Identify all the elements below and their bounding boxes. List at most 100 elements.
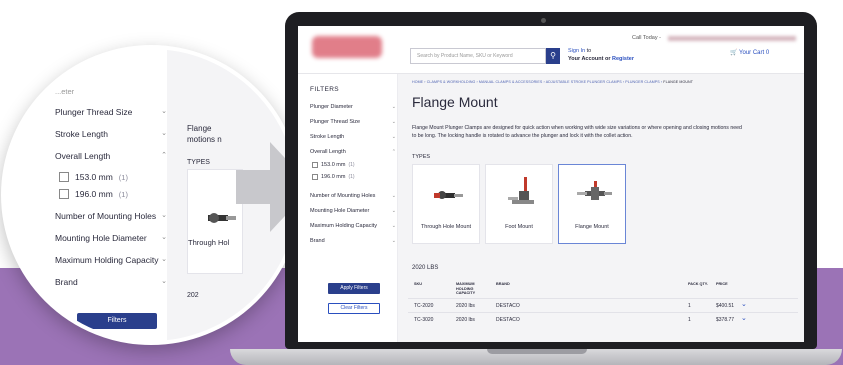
zoom-partial-heading: ...eter — [55, 87, 75, 96]
zoom-option-153[interactable]: 153.0 mm (1) — [59, 172, 169, 182]
cart-icon: 🛒 — [730, 50, 738, 56]
chevron-down-icon: ⌄ — [161, 234, 167, 241]
filter-holding-capacity[interactable]: Maximum Holding Capacity ⌄ — [310, 223, 396, 229]
chevron-down-icon: ⌄ — [391, 134, 396, 140]
zoom-types-label: TYPES — [187, 159, 210, 166]
zoom-type-card[interactable]: Through Hol — [187, 169, 243, 274]
col-sku[interactable]: SKU — [414, 282, 422, 287]
chevron-down-icon: ⌄ — [391, 193, 396, 199]
col-pack-qty[interactable]: PACK QTY. — [688, 282, 708, 287]
type-card-through-hole[interactable]: Through Hole Mount — [412, 164, 480, 244]
laptop-screen: Call Today - Search by Product Name, SKU… — [298, 26, 804, 342]
filter-plunger-diameter[interactable]: Plunger Diameter ⌄ — [310, 104, 396, 110]
zoom-description-line2: motions n — [187, 135, 222, 144]
zoom-apply-button[interactable]: Filters — [77, 313, 157, 329]
account-links: Sign In to Your Account or Register — [568, 47, 634, 63]
signin-to: to — [585, 48, 592, 54]
type-label: Foot Mount — [505, 224, 533, 230]
filter-plunger-thread-size[interactable]: Plunger Thread Size ⌄ — [310, 119, 396, 125]
apply-filters-button[interactable]: Apply Filters — [328, 283, 380, 294]
cart-link[interactable]: 🛒 Your Cart 0 — [730, 49, 769, 56]
breadcrumb-adjustable[interactable]: ADJUSTABLE STROKE PLUNGER CLAMPS — [546, 80, 622, 84]
zoom-card-label: Through Hol — [188, 238, 230, 247]
signin-link[interactable]: Sign In — [568, 48, 585, 54]
breadcrumb-plunger[interactable]: PLUNGER CLAMPS — [625, 80, 660, 84]
register-link[interactable]: Register — [612, 56, 634, 62]
site-logo[interactable] — [312, 36, 382, 58]
filter-stroke-length[interactable]: Stroke Length ⌄ — [310, 134, 396, 140]
camera-icon — [541, 18, 546, 23]
chevron-up-icon: ⌃ — [161, 152, 167, 159]
filters-title: FILTERS — [310, 86, 340, 93]
search-icon: ⚲ — [550, 51, 556, 60]
zoom-description-line1: Flange — [187, 124, 212, 133]
clear-filters-button[interactable]: Clear Filters — [328, 303, 380, 314]
row2-price: $378.77 — [716, 317, 735, 323]
chevron-down-icon: ⌄ — [391, 104, 396, 110]
flange-mount-clamp-icon — [577, 181, 612, 200]
col-price[interactable]: PRICE — [716, 282, 728, 287]
filter-mounting-hole-diameter[interactable]: Mounting Hole Diameter ⌄ — [310, 208, 396, 214]
row2-capacity: 2020 lbs — [456, 317, 475, 323]
chevron-down-icon: ⌄ — [161, 108, 167, 115]
breadcrumb: HOME › CLAMPS & WORKHOLDING › MANUAL CLA… — [412, 80, 694, 84]
table-divider — [408, 312, 798, 313]
type-card-foot-mount[interactable]: Foot Mount — [485, 164, 553, 244]
checkbox[interactable] — [59, 172, 69, 182]
foot-mount-clamp-icon — [508, 177, 534, 204]
zoom-filter-holding-capacity[interactable]: Maximum Holding Capacity ⌄ — [55, 255, 167, 265]
zoom-filter-plunger-thread[interactable]: Plunger Thread Size ⌄ — [55, 107, 167, 117]
types-label: TYPES — [412, 154, 431, 160]
row1-sku[interactable]: TC-2020 — [414, 303, 433, 309]
zoom-filter-overall-length[interactable]: Overall Length ⌃ — [55, 151, 167, 161]
section-title: 2020 LBS — [412, 265, 439, 271]
zoom-filter-stroke-length[interactable]: Stroke Length ⌄ — [55, 129, 167, 139]
zoom-year-fragment: 202 — [187, 292, 199, 299]
breadcrumb-current: FLANGE MOUNT — [663, 80, 694, 84]
filter-brand[interactable]: Brand ⌄ — [310, 238, 396, 244]
checkbox[interactable] — [59, 189, 69, 199]
chevron-down-icon: ⌄ — [161, 278, 167, 285]
type-label: Through Hole Mount — [420, 224, 472, 230]
chevron-up-icon: ⌃ — [391, 149, 396, 155]
col-capacity[interactable]: MAXIMUM HOLDING CAPACITY — [456, 282, 482, 296]
chevron-down-icon: ⌄ — [391, 208, 396, 214]
zoom-filter-mounting-holes[interactable]: Number of Mounting Holes ⌄ — [55, 211, 167, 221]
chevron-down-icon[interactable]: ⌄ — [741, 314, 747, 322]
filter-overall-length[interactable]: Overall Length ⌃ — [310, 149, 396, 155]
zoom-option-196[interactable]: 196.0 mm (1) — [59, 189, 169, 199]
breadcrumb-manual-clamps[interactable]: MANUAL CLAMPS & ACCESSORIES — [479, 80, 542, 84]
chevron-down-icon[interactable]: ⌄ — [741, 300, 747, 308]
chevron-down-icon: ⌄ — [391, 119, 396, 125]
row1-pack: 1 — [688, 303, 691, 309]
chevron-down-icon: ⌄ — [391, 223, 396, 229]
phone-email-blurred — [668, 36, 796, 41]
row2-sku[interactable]: TC-3020 — [414, 317, 433, 323]
chevron-down-icon: ⌄ — [161, 212, 167, 219]
call-today-text: Call Today - — [632, 35, 661, 41]
checkbox[interactable] — [312, 162, 318, 168]
table-divider — [408, 298, 798, 299]
page-description: Flange Mount Plunger Clamps are designed… — [412, 125, 742, 139]
type-card-flange-mount[interactable]: Flange Mount — [558, 164, 626, 244]
option-153mm[interactable]: 153.0 mm (1) — [312, 162, 355, 168]
chevron-down-icon: ⌄ — [161, 130, 167, 137]
breadcrumb-home[interactable]: HOME — [412, 80, 423, 84]
row2-pack: 1 — [688, 317, 691, 323]
chevron-down-icon: ⌄ — [391, 238, 396, 244]
col-brand[interactable]: BRAND — [496, 282, 510, 287]
through-hole-clamp-icon — [434, 191, 463, 199]
zoom-filter-brand[interactable]: Brand ⌄ — [55, 277, 167, 287]
search-button[interactable]: ⚲ — [546, 48, 560, 64]
type-label: Flange Mount — [575, 224, 609, 230]
row2-brand: DESTACO — [496, 317, 520, 323]
zoom-filter-hole-diameter[interactable]: Mounting Hole Diameter ⌄ — [55, 233, 167, 243]
filter-mounting-holes[interactable]: Number of Mounting Holes ⌄ — [310, 193, 396, 199]
checkbox[interactable] — [312, 174, 318, 180]
breadcrumb-clamps[interactable]: CLAMPS & WORKHOLDING — [427, 80, 476, 84]
option-196mm[interactable]: 196.0 mm (1) — [312, 174, 355, 180]
chevron-down-icon: ⌄ — [161, 256, 167, 263]
row1-brand: DESTACO — [496, 303, 520, 309]
search-input[interactable]: Search by Product Name, SKU or Keyword — [410, 48, 546, 64]
account-prefix: Your Account or — [568, 56, 612, 62]
